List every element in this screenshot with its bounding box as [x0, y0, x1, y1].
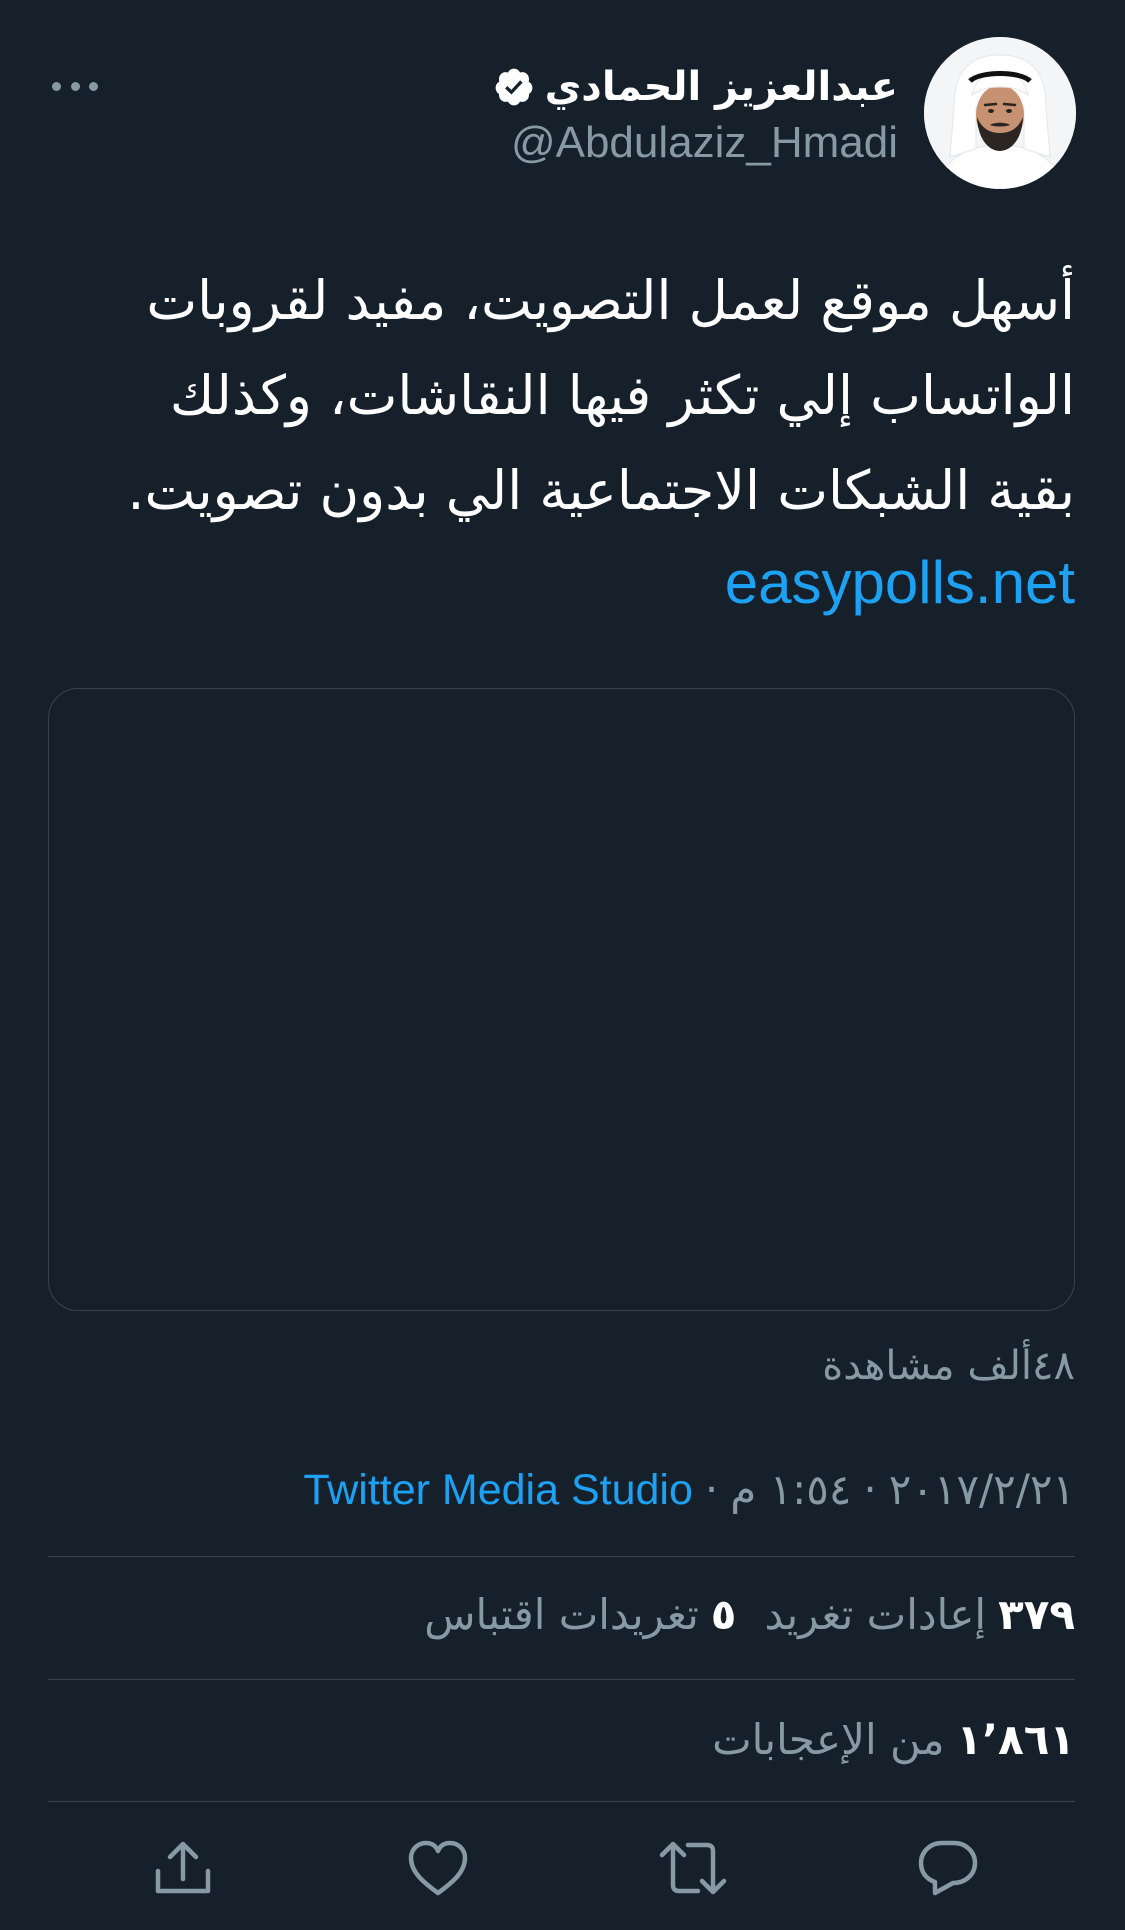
- more-dot: [70, 81, 80, 91]
- tweet-text: أسهل موقع لعمل التصويت، مفيد لقروبات الو…: [127, 269, 1075, 522]
- name-row: عبدالعزيز الحمادي: [493, 52, 898, 122]
- separator: ·: [863, 1465, 877, 1514]
- divider: [48, 1556, 1075, 1557]
- author-info[interactable]: عبدالعزيز الحمادي @Abdulaziz_Hmadi: [493, 52, 898, 165]
- likes-stat[interactable]: ١٬٨٦١ من الإعجابات: [712, 1710, 1075, 1770]
- more-dot: [89, 81, 98, 91]
- quotes-stat[interactable]: ٥ تغريدات اقتباس: [424, 1585, 736, 1645]
- retweets-count: ٣٧٩: [998, 1590, 1075, 1639]
- likes-label: من الإعجابات: [712, 1715, 945, 1764]
- quotes-count: ٥: [710, 1590, 737, 1639]
- tweet-detail-screen: عبدالعزيز الحمادي @Abdulaziz_Hmadi أسهل …: [0, 0, 1125, 1930]
- like-icon[interactable]: [403, 1833, 473, 1903]
- likes-count: ١٬٨٦١: [956, 1715, 1076, 1764]
- divider: [48, 1679, 1075, 1680]
- avatar[interactable]: [924, 37, 1076, 189]
- reply-icon[interactable]: [913, 1833, 983, 1903]
- handle[interactable]: @Abdulaziz_Hmadi: [493, 121, 898, 165]
- media-card[interactable]: [48, 688, 1075, 1311]
- more-dot: [52, 81, 61, 91]
- tweet-metadata: ٢٠١٧/٢/٢١ · ١:٥٤ م · Twitter Media Studi…: [303, 1460, 1075, 1520]
- tweet-time: ١:٥٤ م: [730, 1465, 852, 1514]
- avatar-image: [924, 37, 1076, 189]
- display-name[interactable]: عبدالعزيز الحمادي: [545, 52, 898, 122]
- view-count: ٤٨ألف مشاهدة: [822, 1343, 1075, 1389]
- share-icon[interactable]: [148, 1833, 218, 1903]
- engagement-stats: ٣٧٩ إعادات تغريد ٥ تغريدات اقتباس: [424, 1585, 1075, 1645]
- tweet-date: ٢٠١٧/٢/٢١: [888, 1465, 1075, 1514]
- retweet-icon[interactable]: [658, 1833, 728, 1903]
- verified-badge-icon: [493, 66, 535, 108]
- more-icon[interactable]: [52, 74, 98, 98]
- quotes-label: تغريدات اقتباس: [424, 1590, 699, 1639]
- retweets-label: إعادات تغريد: [764, 1590, 987, 1639]
- source-link[interactable]: Twitter Media Studio: [303, 1460, 693, 1520]
- divider: [48, 1801, 1075, 1802]
- likes-stats: ١٬٨٦١ من الإعجابات: [712, 1710, 1075, 1770]
- tweet-link[interactable]: easypolls.net: [725, 543, 1075, 623]
- action-bar: [0, 1810, 1125, 1930]
- separator: ·: [704, 1465, 719, 1514]
- retweets-stat[interactable]: ٣٧٩ إعادات تغريد: [764, 1585, 1075, 1645]
